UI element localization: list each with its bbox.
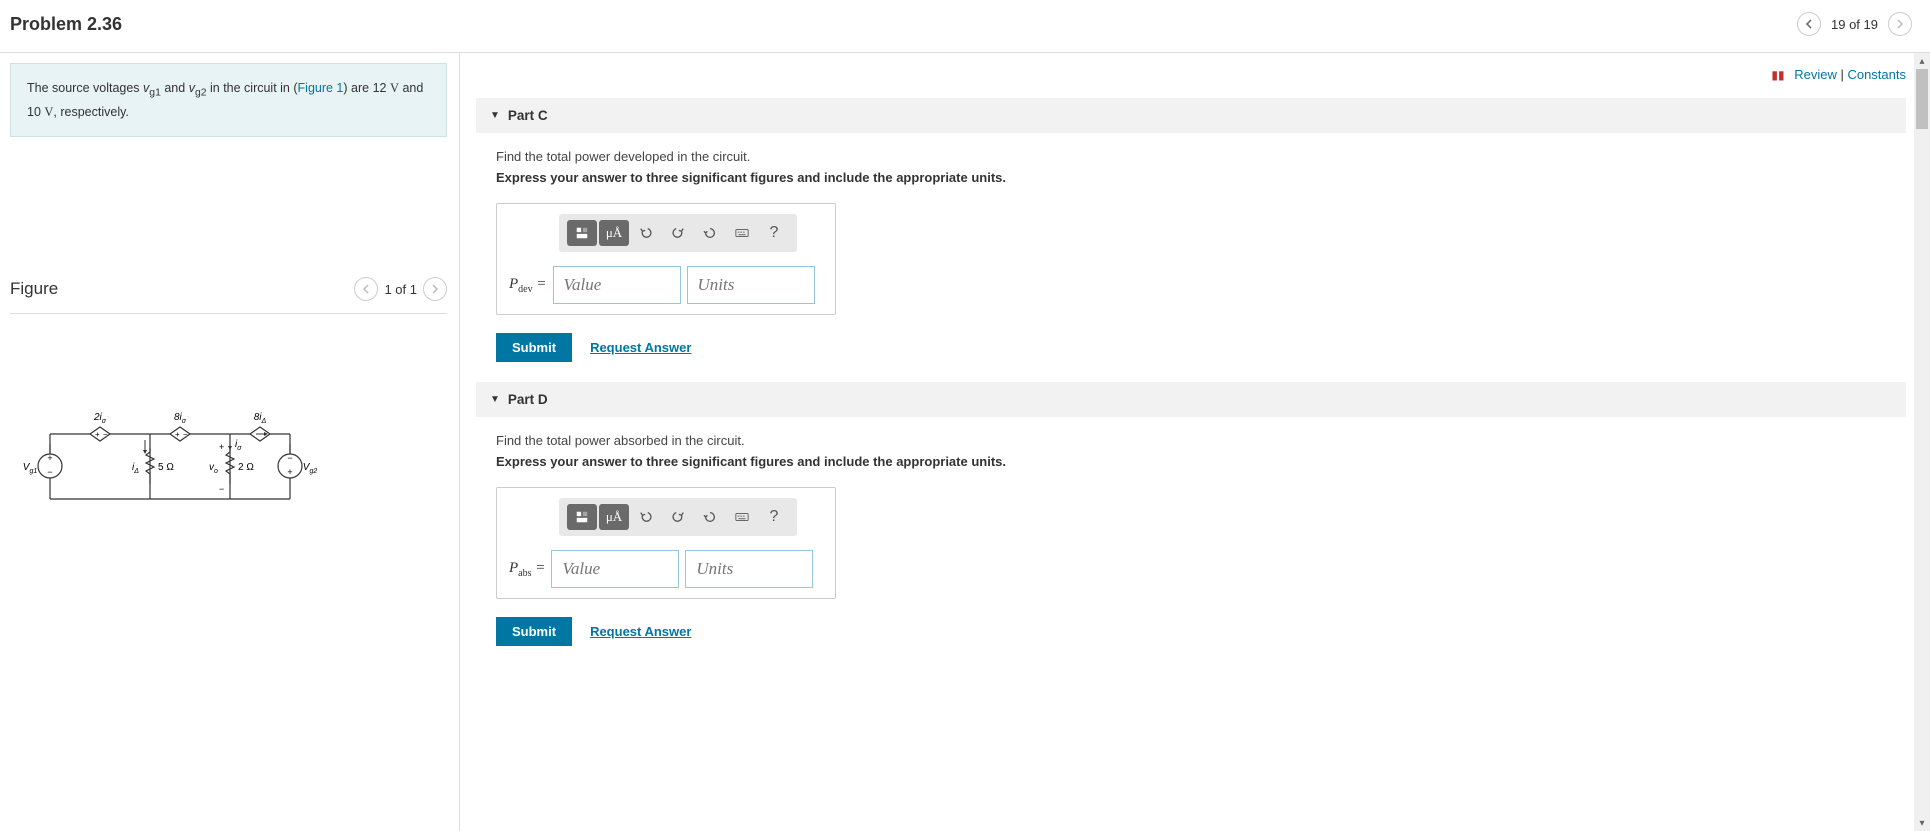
prompt-instructions: Express your answer to three significant… [496, 454, 1906, 469]
figure-next-button[interactable] [423, 277, 447, 301]
figure-count: 1 of 1 [384, 282, 417, 297]
submit-button[interactable]: Submit [496, 333, 572, 362]
svg-text:−: − [219, 484, 224, 494]
svg-text:−: − [287, 453, 292, 463]
prompt-instructions: Express your answer to three significant… [496, 170, 1906, 185]
units-button[interactable]: μÅ [599, 504, 629, 530]
part-header[interactable]: ▼ Part C [476, 98, 1906, 133]
part-label: Part C [508, 108, 548, 123]
undo-icon[interactable] [631, 504, 661, 530]
undo-icon[interactable] [631, 220, 661, 246]
svg-text:+: + [175, 430, 180, 439]
page-header: Problem 2.36 19 of 19 [0, 0, 1930, 53]
top-links: ▮▮ Review | Constants [460, 53, 1930, 88]
answer-toolbar: μÅ ? [559, 214, 797, 252]
figure-prev-button[interactable] [354, 277, 378, 301]
reset-icon[interactable] [695, 504, 725, 530]
value-input[interactable] [553, 266, 681, 304]
prompt-text: Find the total power absorbed in the cir… [496, 433, 1906, 448]
submit-button[interactable]: Submit [496, 617, 572, 646]
svg-text:−: − [47, 467, 52, 477]
reset-icon[interactable] [695, 220, 725, 246]
redo-icon[interactable] [663, 220, 693, 246]
circuit-figure: + − − + +− +− 2iσ 8iσ 8iΔ [10, 404, 459, 527]
value-input[interactable] [551, 550, 679, 588]
template-icon[interactable] [567, 220, 597, 246]
svg-text:2 Ω: 2 Ω [238, 462, 254, 473]
next-button[interactable] [1888, 12, 1912, 36]
variable-label: Pdev = [509, 276, 547, 295]
page-counter: 19 of 19 [1831, 17, 1878, 32]
problem-statement: The source voltages vg1 and vg2 in the c… [10, 63, 447, 137]
svg-text:vo: vo [209, 462, 218, 475]
figure-link[interactable]: Figure 1 [298, 81, 344, 95]
review-link[interactable]: Review [1794, 67, 1837, 82]
svg-text:Vg2: Vg2 [303, 462, 318, 475]
svg-text:+: + [287, 467, 292, 477]
svg-text:−: − [183, 430, 188, 439]
svg-text:Vg1: Vg1 [23, 462, 38, 475]
scrollbar[interactable]: ▴ ▾ [1914, 53, 1930, 831]
help-button[interactable]: ? [759, 504, 789, 530]
svg-text:+: + [47, 453, 52, 463]
template-icon[interactable] [567, 504, 597, 530]
keyboard-icon[interactable] [727, 220, 757, 246]
caret-down-icon: ▼ [490, 394, 500, 405]
book-icon: ▮▮ [1771, 68, 1784, 82]
svg-text:2iσ: 2iσ [93, 412, 107, 425]
variable-label: Pabs = [509, 560, 545, 579]
answer-box: μÅ ? Pdev = [496, 203, 836, 315]
svg-text:iσ: iσ [235, 439, 242, 452]
figure-title: Figure [10, 279, 354, 299]
request-answer-link[interactable]: Request Answer [590, 624, 691, 639]
units-button[interactable]: μÅ [599, 220, 629, 246]
figure-header: Figure 1 of 1 [10, 277, 447, 314]
svg-text:iΔ: iΔ [132, 462, 139, 475]
svg-text:+: + [95, 430, 100, 439]
answer-box: μÅ ? Pabs = [496, 487, 836, 599]
units-input[interactable] [685, 550, 813, 588]
svg-text:8iΔ: 8iΔ [254, 412, 267, 425]
request-answer-link[interactable]: Request Answer [590, 340, 691, 355]
left-panel: The source voltages vg1 and vg2 in the c… [0, 53, 460, 831]
caret-down-icon: ▼ [490, 110, 500, 121]
page-title: Problem 2.36 [10, 14, 1797, 35]
prev-button[interactable] [1797, 12, 1821, 36]
redo-icon[interactable] [663, 504, 693, 530]
right-panel: ▮▮ Review | Constants ▼ Part C Find the … [460, 53, 1930, 831]
answer-toolbar: μÅ ? [559, 498, 797, 536]
units-input[interactable] [687, 266, 815, 304]
scroll-down-icon[interactable]: ▾ [1914, 815, 1930, 831]
scroll-thumb[interactable] [1916, 69, 1928, 129]
svg-text:+: + [219, 442, 224, 452]
part-label: Part D [508, 392, 548, 407]
svg-text:5 Ω: 5 Ω [158, 462, 174, 473]
help-button[interactable]: ? [759, 220, 789, 246]
svg-text:−: − [103, 430, 108, 439]
scroll-up-icon[interactable]: ▴ [1914, 53, 1930, 69]
svg-text:8iσ: 8iσ [174, 412, 187, 425]
keyboard-icon[interactable] [727, 504, 757, 530]
prompt-text: Find the total power developed in the ci… [496, 149, 1906, 164]
part-header[interactable]: ▼ Part D [476, 382, 1906, 417]
constants-link[interactable]: Constants [1847, 67, 1906, 82]
